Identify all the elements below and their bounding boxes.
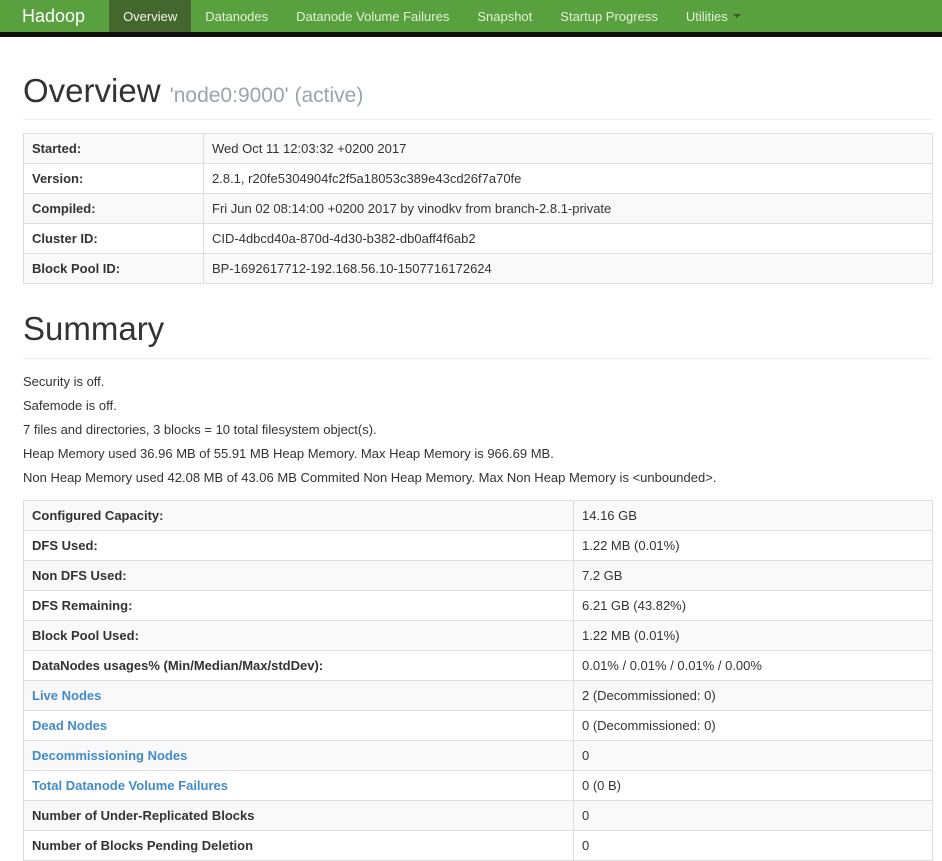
table-row: Total Datanode Volume Failures 0 (0 B) (23, 769, 933, 801)
caret-down-icon (732, 14, 741, 18)
row-value: 1.22 MB (0.01%) (573, 529, 933, 561)
overview-table: Started: Wed Oct 11 12:03:32 +0200 2017 … (23, 133, 933, 285)
row-value: 0 (573, 739, 933, 771)
row-value: 0.01% / 0.01% / 0.01% / 0.00% (573, 649, 933, 681)
total-datanode-volume-failures-link[interactable]: Total Datanode Volume Failures (32, 778, 228, 793)
divider (23, 119, 933, 121)
navbar-items: Overview Datanodes Datanode Volume Failu… (109, 0, 755, 32)
row-label: DataNodes usages% (Min/Median/Max/stdDev… (23, 649, 574, 681)
row-label: Total Datanode Volume Failures (23, 769, 574, 801)
row-label: Block Pool ID: (23, 253, 204, 285)
row-value: 2.8.1, r20fe5304904fc2f5a18053c389e43cd2… (203, 163, 933, 195)
table-row: Decommissioning Nodes 0 (23, 739, 933, 771)
table-row: Cluster ID: CID-4dbcd40a-870d-4d30-b382-… (23, 223, 933, 255)
row-label: Non DFS Used: (23, 559, 574, 591)
non-heap-memory-text: Non Heap Memory used 42.08 MB of 43.06 M… (23, 469, 717, 485)
navbar: Hadoop Overview Datanodes Datanode Volum… (0, 0, 942, 37)
row-value: 0 (Decommissioned: 0) (573, 709, 933, 741)
summary-title-block: Summary (23, 310, 933, 359)
page-title-block: Overview 'node0:9000' (active) (23, 72, 933, 121)
table-row: Version: 2.8.1, r20fe5304904fc2f5a18053c… (23, 163, 933, 195)
row-value: Fri Jun 02 08:14:00 +0200 2017 by vinodk… (203, 193, 933, 225)
row-value: Wed Oct 11 12:03:32 +0200 2017 (203, 133, 933, 165)
table-row: Dead Nodes 0 (Decommissioned: 0) (23, 709, 933, 741)
row-label: Dead Nodes (23, 709, 574, 741)
table-row: DataNodes usages% (Min/Median/Max/stdDev… (23, 649, 933, 681)
nav-item-utilities-label: Utilities (685, 8, 728, 24)
row-label: Compiled: (23, 193, 204, 225)
nav-item-datanode-volume-failures[interactable]: Datanode Volume Failures (282, 0, 463, 32)
row-label: Cluster ID: (23, 223, 204, 255)
page-subtitle: 'node0:9000' (active) (169, 84, 364, 107)
table-row: DFS Remaining: 6.21 GB (43.82%) (23, 589, 933, 621)
row-label: Number of Under-Replicated Blocks (23, 799, 574, 831)
page-content: Overview 'node0:9000' (active) Started: … (0, 72, 942, 861)
nav-item-snapshot[interactable]: Snapshot (463, 0, 546, 32)
row-value: 0 (0 B) (573, 769, 933, 801)
page-title: Overview 'node0:9000' (active) (23, 72, 933, 109)
decommissioning-nodes-link[interactable]: Decommissioning Nodes (32, 748, 187, 763)
row-value: BP-1692617712-192.168.56.10-150771617262… (203, 253, 933, 285)
row-label: DFS Remaining: (23, 589, 574, 621)
security-status-text: Security is off. (23, 373, 105, 389)
row-label: Live Nodes (23, 679, 574, 711)
row-value: 2 (Decommissioned: 0) (573, 679, 933, 711)
live-nodes-link[interactable]: Live Nodes (32, 688, 101, 703)
nav-item-utilities[interactable]: Utilities (672, 0, 755, 32)
summary-title: Summary (23, 310, 165, 348)
row-value: 14.16 GB (573, 499, 933, 531)
row-label: Number of Blocks Pending Deletion (23, 829, 574, 861)
row-label: Decommissioning Nodes (23, 739, 574, 771)
hadoop-brand-link[interactable]: Hadoop (0, 0, 109, 32)
table-row: Compiled: Fri Jun 02 08:14:00 +0200 2017… (23, 193, 933, 225)
filesystem-objects-text: 7 files and directories, 3 blocks = 10 t… (23, 421, 377, 437)
row-value: 7.2 GB (573, 559, 933, 591)
row-value: 0 (573, 829, 933, 861)
row-label: Started: (23, 133, 204, 165)
row-value: CID-4dbcd40a-870d-4d30-b382-db0aff4f6ab2 (203, 223, 933, 255)
safemode-status-text: Safemode is off. (23, 397, 117, 413)
table-row: Configured Capacity: 14.16 GB (23, 499, 933, 531)
nav-item-startup-progress[interactable]: Startup Progress (546, 0, 672, 32)
nav-item-overview[interactable]: Overview (109, 0, 192, 32)
heap-memory-text: Heap Memory used 36.96 MB of 55.91 MB He… (23, 445, 554, 461)
row-label: Configured Capacity: (23, 499, 574, 531)
row-value: 6.21 GB (43.82%) (573, 589, 933, 621)
row-label: Block Pool Used: (23, 619, 574, 651)
dead-nodes-link[interactable]: Dead Nodes (32, 718, 107, 733)
table-row: Number of Under-Replicated Blocks 0 (23, 799, 933, 831)
page-title-text: Overview (23, 72, 161, 109)
summary-paragraphs: Security is off. Safemode is off. 7 file… (23, 373, 933, 487)
nav-item-datanodes[interactable]: Datanodes (191, 0, 282, 32)
summary-table: Configured Capacity: 14.16 GB DFS Used: … (23, 499, 933, 861)
table-row: DFS Used: 1.22 MB (0.01%) (23, 529, 933, 561)
table-row: Non DFS Used: 7.2 GB (23, 559, 933, 591)
table-row: Live Nodes 2 (Decommissioned: 0) (23, 679, 933, 711)
table-row: Started: Wed Oct 11 12:03:32 +0200 2017 (23, 133, 933, 165)
table-row: Number of Blocks Pending Deletion 0 (23, 829, 933, 861)
table-row: Block Pool Used: 1.22 MB (0.01%) (23, 619, 933, 651)
divider (23, 357, 933, 359)
row-label: DFS Used: (23, 529, 574, 561)
table-row: Block Pool ID: BP-1692617712-192.168.56.… (23, 253, 933, 285)
row-label: Version: (23, 163, 204, 195)
row-value: 0 (573, 799, 933, 831)
row-value: 1.22 MB (0.01%) (573, 619, 933, 651)
